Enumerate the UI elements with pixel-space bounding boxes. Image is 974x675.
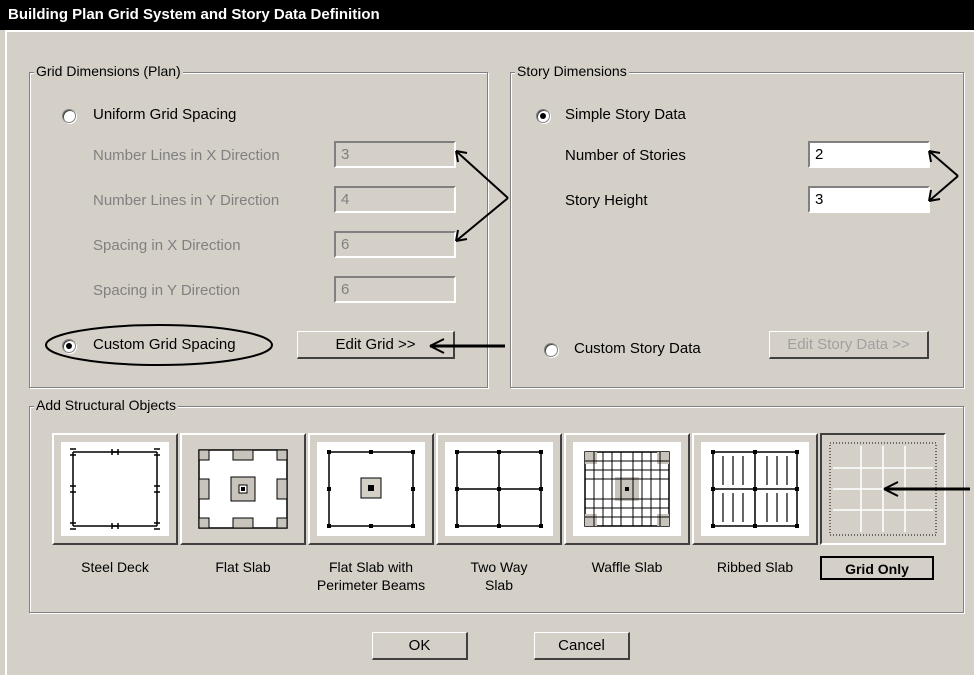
flat-slab-perimeter-beams-button[interactable]: [308, 433, 434, 545]
num-stories-field[interactable]: 2: [808, 141, 930, 168]
grid-only-button[interactable]: [820, 433, 946, 545]
edit-grid-button[interactable]: Edit Grid >>: [297, 331, 455, 359]
flat-slab-perimeter-beams-label: Flat Slab with Perimeter Beams: [316, 559, 426, 593]
ribbed-slab-button[interactable]: [692, 433, 818, 545]
two-way-slab-label: Two Way Slab: [470, 559, 528, 593]
waffle-slab-button[interactable]: [564, 433, 690, 545]
steel-deck-label: Steel Deck: [81, 559, 149, 575]
uniform-grid-radio[interactable]: [62, 109, 76, 123]
lines-x-label: Number Lines in X Direction: [93, 147, 280, 164]
grid-only-label: Grid Only: [820, 556, 934, 580]
cancel-button[interactable]: Cancel: [534, 632, 630, 660]
spacing-x-label: Spacing in X Direction: [93, 237, 241, 254]
steel-deck-icon: [61, 442, 169, 536]
window-title: Building Plan Grid System and Story Data…: [0, 0, 974, 30]
num-stories-label: Number of Stories: [565, 147, 686, 164]
two-way-slab-button[interactable]: [436, 433, 562, 545]
simple-story-label[interactable]: Simple Story Data: [565, 106, 686, 123]
lines-y-label: Number Lines in Y Direction: [93, 192, 280, 209]
edit-story-button[interactable]: Edit Story Data >>: [769, 331, 929, 359]
grid-dimensions-label: Grid Dimensions (Plan): [34, 63, 183, 79]
two-way-slab-icon: [445, 442, 553, 536]
custom-story-label[interactable]: Custom Story Data: [574, 340, 701, 357]
ribbed-slab-icon: [701, 442, 809, 536]
spacing-y-field[interactable]: 6: [334, 276, 456, 303]
lines-x-field[interactable]: 3: [334, 141, 456, 168]
spacing-x-field[interactable]: 6: [334, 231, 456, 258]
custom-grid-radio[interactable]: [62, 339, 76, 353]
custom-grid-label[interactable]: Custom Grid Spacing: [93, 336, 236, 353]
waffle-slab-icon: [573, 442, 681, 536]
flat-slab-label: Flat Slab: [215, 559, 271, 575]
grid-only-icon: [829, 442, 937, 536]
custom-story-radio[interactable]: [544, 343, 558, 357]
spacing-y-label: Spacing in Y Direction: [93, 282, 241, 299]
simple-story-radio[interactable]: [536, 109, 550, 123]
story-height-field[interactable]: 3: [808, 186, 930, 213]
flat-slab-button[interactable]: [180, 433, 306, 545]
flat-slab-icon: [189, 442, 297, 536]
structural-objects-label: Add Structural Objects: [34, 397, 179, 413]
lines-y-field[interactable]: 4: [334, 186, 456, 213]
ribbed-slab-label: Ribbed Slab: [716, 559, 794, 575]
ok-button[interactable]: OK: [372, 632, 468, 660]
steel-deck-button[interactable]: [52, 433, 178, 545]
waffle-slab-label: Waffle Slab: [591, 559, 663, 575]
story-dimensions-label: Story Dimensions: [515, 63, 629, 79]
story-height-label: Story Height: [565, 192, 648, 209]
flat-slab-perimeter-beams-icon: [317, 442, 425, 536]
edit-story-button-label: Edit Story Data >>: [787, 336, 910, 353]
uniform-grid-label[interactable]: Uniform Grid Spacing: [93, 106, 236, 123]
